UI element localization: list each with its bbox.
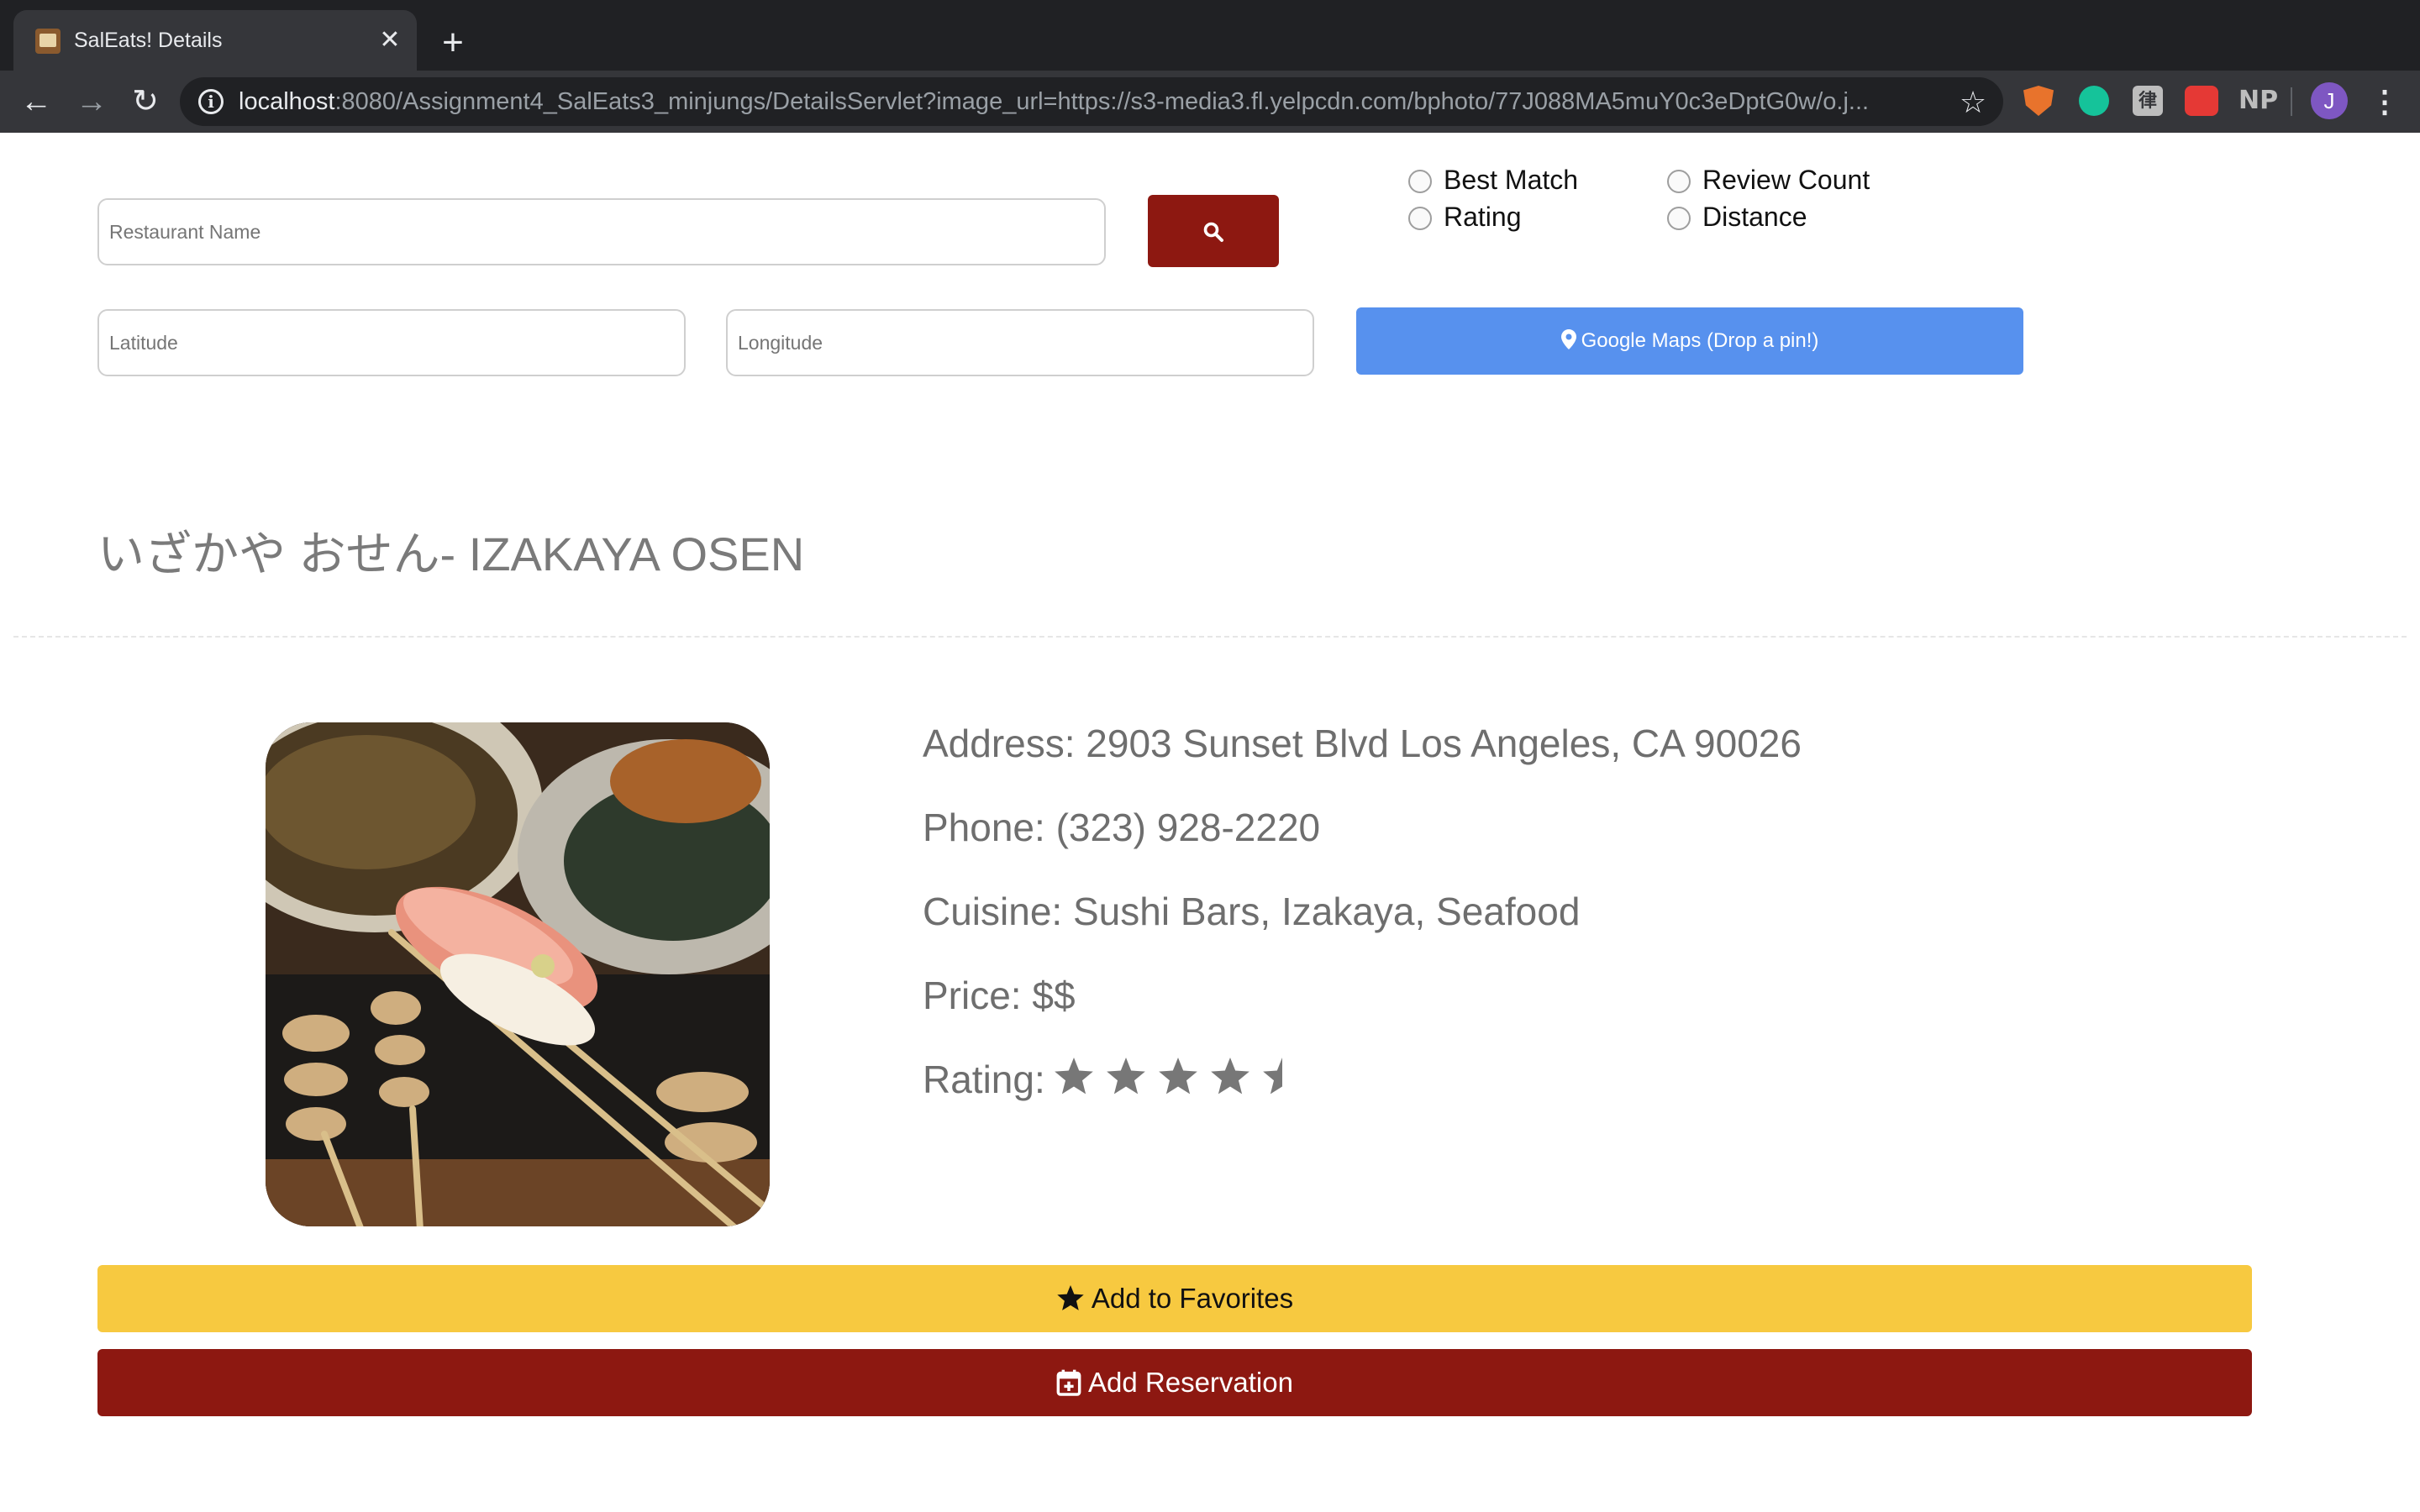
star-icon bbox=[1211, 1058, 1249, 1095]
restaurant-name-heading: いざかや おせん- IZAKAYA OSEN bbox=[97, 528, 805, 580]
add-to-favorites-label: Add to Favorites bbox=[1091, 1283, 1294, 1314]
address-text: Address: 2903 Sunset Blvd Los Angeles, C… bbox=[923, 722, 1802, 765]
bookmark-star-icon[interactable]: ☆ bbox=[1954, 84, 1991, 121]
youtube-extension-icon[interactable] bbox=[2185, 86, 2218, 116]
star-icon bbox=[1159, 1058, 1197, 1095]
profile-avatar[interactable]: J bbox=[2311, 82, 2348, 119]
tab-title: SalEats! Details bbox=[74, 29, 223, 52]
new-tab-icon[interactable]: + bbox=[432, 22, 474, 64]
latitude-input[interactable]: Latitude bbox=[97, 309, 686, 376]
rating-label: Rating: bbox=[923, 1058, 1045, 1101]
cuisine-text: Cuisine: Sushi Bars, Izakaya, Seafood bbox=[923, 890, 1581, 933]
browser-menu-icon[interactable]: ⋮ bbox=[2370, 82, 2400, 121]
kanji-extension-icon[interactable]: 律 bbox=[2133, 86, 2163, 116]
radio-label-best-match: Best Match bbox=[1444, 165, 1579, 195]
forward-arrow-icon[interactable]: → bbox=[72, 82, 111, 121]
add-to-favorites-button[interactable]: Add to Favorites bbox=[97, 1265, 2252, 1332]
url-path: :8080/Assignment4_SalEats3_minjungs/Deta… bbox=[334, 88, 1870, 115]
url-text[interactable]: localhost:8080/Assignment4_SalEats3_minj… bbox=[239, 84, 1936, 119]
calendar-plus-icon bbox=[1056, 1369, 1081, 1396]
phone-text: Phone: (323) 928-2220 bbox=[923, 806, 1321, 849]
food-photo-illustration bbox=[266, 722, 770, 1226]
section-divider bbox=[13, 636, 2407, 638]
star-icon bbox=[1055, 1058, 1093, 1095]
longitude-input[interactable]: Longitude bbox=[726, 309, 1314, 376]
np-extension-icon[interactable]: NP bbox=[2238, 86, 2278, 116]
radio-review-count[interactable] bbox=[1667, 170, 1691, 193]
radio-label-rating: Rating bbox=[1444, 202, 1522, 232]
half-star-icon bbox=[1263, 1058, 1282, 1095]
radio-rating[interactable] bbox=[1408, 207, 1432, 230]
longitude-placeholder: Longitude bbox=[738, 332, 823, 354]
star-icon bbox=[1057, 1285, 1084, 1310]
grammarly-extension-icon[interactable] bbox=[2079, 86, 2109, 116]
restaurant-photo bbox=[266, 722, 770, 1226]
radio-distance[interactable] bbox=[1667, 207, 1691, 230]
restaurant-name-input[interactable]: Restaurant Name bbox=[97, 198, 1106, 265]
map-pin-icon bbox=[1560, 329, 1576, 349]
price-text: Price: $$ bbox=[923, 974, 1076, 1017]
google-maps-button-label: Google Maps (Drop a pin!) bbox=[1581, 329, 1819, 352]
restaurant-name-placeholder: Restaurant Name bbox=[109, 221, 261, 243]
close-tab-icon[interactable]: ✕ bbox=[373, 24, 407, 57]
favicon-icon bbox=[35, 29, 60, 54]
add-reservation-button[interactable]: Add Reservation bbox=[97, 1349, 2252, 1416]
url-host: localhost bbox=[239, 88, 335, 115]
toolbar-divider bbox=[2291, 87, 2292, 116]
star-icon bbox=[1107, 1058, 1145, 1095]
add-reservation-label: Add Reservation bbox=[1088, 1367, 1293, 1398]
radio-label-distance: Distance bbox=[1702, 202, 1807, 232]
latitude-placeholder: Latitude bbox=[109, 332, 178, 354]
site-info-icon[interactable]: i bbox=[198, 89, 224, 114]
google-maps-button[interactable]: Google Maps (Drop a pin!) bbox=[1356, 307, 2023, 375]
radio-best-match[interactable] bbox=[1408, 170, 1432, 193]
search-icon bbox=[1203, 222, 1223, 242]
rating-stars bbox=[1055, 1058, 1282, 1095]
back-arrow-icon[interactable]: ← bbox=[17, 82, 55, 121]
browser-tab[interactable]: SalEats! Details ✕ bbox=[13, 10, 417, 71]
radio-label-review-count: Review Count bbox=[1702, 165, 1870, 195]
reload-icon[interactable]: ↻ bbox=[126, 82, 165, 121]
